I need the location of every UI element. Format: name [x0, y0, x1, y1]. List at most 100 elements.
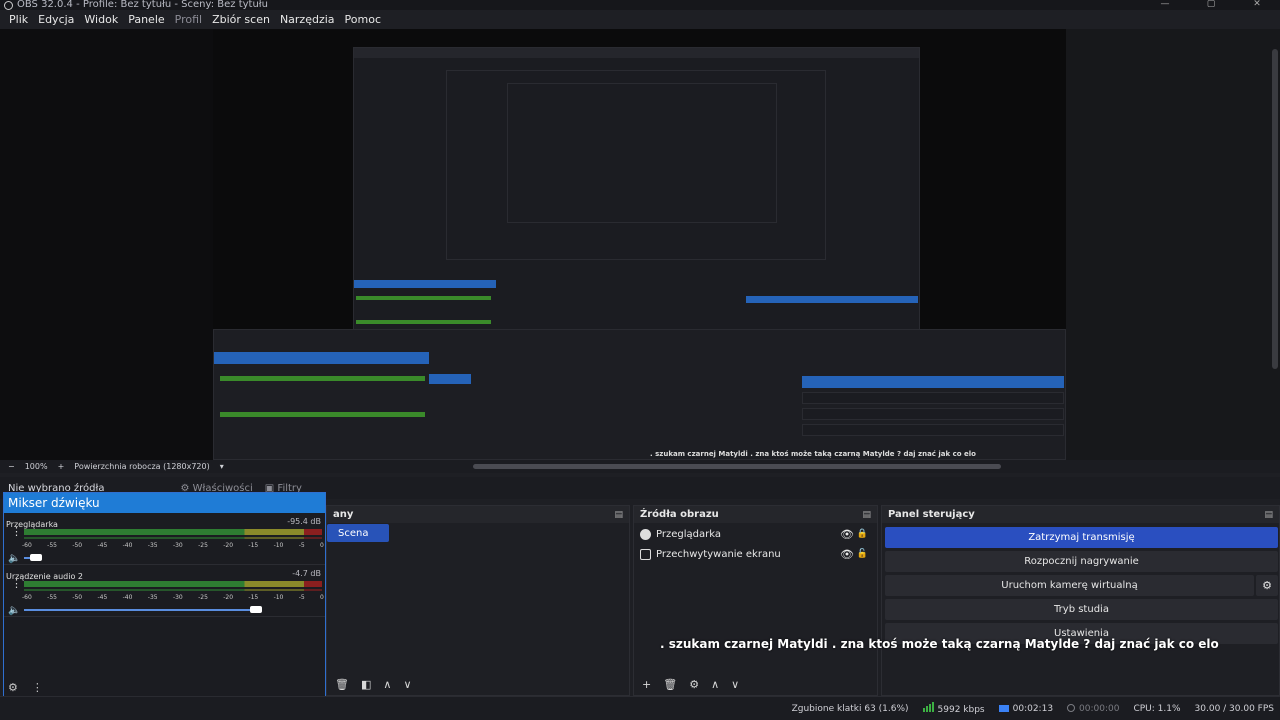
visibility-eye-icon[interactable]: 👁 [840, 528, 854, 541]
tick-label: -60 [22, 542, 32, 549]
tick-label: 0 [320, 542, 324, 549]
lock-icon[interactable]: 🔒 [857, 529, 868, 539]
minimize-icon[interactable]: — [1142, 0, 1188, 9]
tick-label: -55 [47, 594, 57, 601]
source-item[interactable]: Przechwytywanie ekranu 👁 🔓 [640, 545, 872, 563]
fps-readout: 30.00 / 30.00 FPS [1194, 703, 1274, 714]
menu-zbior-scen[interactable]: Zbiór scen [207, 13, 275, 26]
nested-capture-bottom: . szukam czarnej Matyldi . zna ktoś może… [213, 329, 1066, 460]
remove-scene-icon[interactable]: 🗑 [335, 678, 349, 691]
tick-label: -20 [223, 542, 234, 549]
tick-label: -5 [298, 594, 305, 601]
bitrate-indicator: 5992 kbps [922, 702, 985, 715]
scenes-toolbar: 🗑 ◧ ∧ ∨ [335, 678, 412, 691]
stream-time: 00:02:13 [1012, 703, 1054, 714]
meter-ticks: -60 -55 -50 -45 -40 -35 -30 -25 -20 -15 … [22, 594, 324, 601]
window-controls: — ▢ ✕ [1142, 0, 1280, 9]
tick-label: -5 [298, 542, 305, 549]
scene-filters-icon[interactable]: ◧ [361, 678, 371, 691]
start-recording-button[interactable]: Rozpocznij nagrywanie [885, 551, 1278, 572]
zoom-add-icon[interactable]: + [58, 462, 65, 471]
preview-canvas[interactable]: . szukam czarnej Matyldi . zna ktoś może… [213, 29, 1066, 460]
source-properties-icon[interactable]: ⚙ [689, 678, 699, 691]
menu-profil[interactable]: Profil [170, 13, 207, 26]
stop-streaming-button[interactable]: Zatrzymaj transmisję [885, 527, 1278, 548]
signal-bars-icon [922, 702, 934, 712]
remove-source-icon[interactable]: 🗑 [663, 678, 677, 691]
lock-icon[interactable]: 🔓 [857, 549, 868, 559]
channel-menu-icon[interactable]: ⋮ [11, 526, 22, 537]
move-up-icon[interactable]: ∧ [711, 678, 719, 691]
channel-db: -95.4 dB [287, 517, 321, 526]
maximize-icon[interactable]: ▢ [1188, 0, 1234, 9]
tick-label: -60 [22, 594, 32, 601]
tick-label: -40 [122, 594, 133, 601]
preview-area: . szukam czarnej Matyldi . zna ktoś może… [0, 29, 1280, 460]
dock-menu-icon[interactable]: ▤ [1264, 510, 1273, 520]
mixer-menu-icon[interactable]: ⋮ [32, 681, 43, 694]
menu-widok[interactable]: Widok [79, 13, 123, 26]
zoom-bar: − 100% + Powierzchnia robocza (1280x720)… [0, 460, 1280, 473]
dock-menu-icon[interactable]: ▤ [862, 510, 871, 520]
channel-db: -4.7 dB [292, 569, 321, 578]
source-item[interactable]: Przeglądarka 👁 🔒 [640, 525, 872, 543]
source-name: Przechwytywanie ekranu [656, 548, 781, 560]
virtual-camera-settings-gear-icon[interactable]: ⚙ [1256, 575, 1278, 596]
zoom-minus-icon[interactable]: − [8, 462, 15, 471]
speaker-icon[interactable]: 🔈 [8, 605, 20, 616]
tick-label: -15 [248, 542, 259, 549]
workspace-label[interactable]: Powierzchnia robocza (1280x720) [74, 462, 209, 471]
record-timer: 00:00:00 [1067, 704, 1119, 714]
obs-logo-icon [4, 0, 13, 10]
studio-mode-button[interactable]: Tryb studia [885, 599, 1278, 620]
tick-label: -20 [223, 594, 234, 601]
volume-meter [24, 529, 322, 535]
menu-edycja[interactable]: Edycja [33, 13, 79, 26]
mixer-channel: Urządzenie audio 2 -4.7 dB ⋮ -60 -55 -50… [4, 565, 325, 617]
move-down-icon[interactable]: ∨ [731, 678, 739, 691]
preview-scrollbar[interactable] [1272, 49, 1278, 369]
tick-label: -30 [172, 542, 183, 549]
scenes-title: any [333, 509, 354, 520]
record-time: 00:00:00 [1079, 703, 1120, 714]
horizontal-scrollbar[interactable] [473, 464, 1001, 469]
zoom-level[interactable]: 100% [25, 462, 48, 471]
bitrate-value: 5992 kbps [937, 705, 985, 715]
speaker-icon[interactable]: 🔈 [8, 553, 20, 564]
mixer-title[interactable]: Mikser dźwięku [4, 493, 325, 513]
menu-plik[interactable]: Plik [4, 13, 33, 26]
nested-capture-3 [507, 83, 777, 223]
scene-item[interactable]: Scena [327, 524, 389, 542]
dock-menu-icon[interactable]: ▤ [614, 510, 623, 520]
volume-slider-knob[interactable] [250, 606, 262, 613]
move-up-icon[interactable]: ∧ [383, 678, 391, 691]
volume-slider-knob[interactable] [30, 554, 42, 561]
monitor-icon [640, 548, 651, 560]
workspace-dropdown-icon[interactable]: ▾ [220, 462, 224, 471]
visibility-eye-icon[interactable]: 👁 [840, 548, 854, 561]
volume-meter-peak [24, 589, 322, 591]
tick-label: -35 [147, 542, 158, 549]
tick-label: -25 [198, 542, 208, 549]
menu-panele[interactable]: Panele [123, 13, 169, 26]
controls-title: Panel sterujący [888, 509, 975, 520]
add-source-icon[interactable]: + [642, 678, 651, 691]
tick-label: -55 [47, 542, 57, 549]
sources-dock-header: Źródła obrazu ▤ [634, 506, 877, 523]
preview-right-margin [1066, 29, 1280, 460]
menu-pomoc[interactable]: Pomoc [340, 13, 386, 26]
move-down-icon[interactable]: ∨ [403, 678, 411, 691]
controls-dock-header: Panel sterujący ▤ [882, 506, 1279, 523]
tick-label: -15 [248, 594, 259, 601]
mixer-channel: Przeglądarka -95.4 dB ⋮ -60 -55 -50 -45 … [4, 513, 325, 565]
tick-label: -50 [72, 594, 83, 601]
start-virtual-camera-button[interactable]: Uruchom kamerę wirtualną [885, 575, 1254, 596]
volume-slider-track[interactable] [24, 609, 256, 611]
scenes-dock-header: any ▤ [327, 506, 629, 523]
audio-mixer-panel: Mikser dźwięku Przeglądarka -95.4 dB ⋮ -… [3, 492, 326, 699]
cpu-usage: CPU: 1.1% [1133, 703, 1181, 714]
menu-narzedzia[interactable]: Narzędzia [275, 13, 340, 26]
advanced-audio-gear-icon[interactable]: ⚙ [8, 681, 18, 694]
channel-menu-icon[interactable]: ⋮ [11, 578, 22, 589]
close-icon[interactable]: ✕ [1234, 0, 1280, 9]
